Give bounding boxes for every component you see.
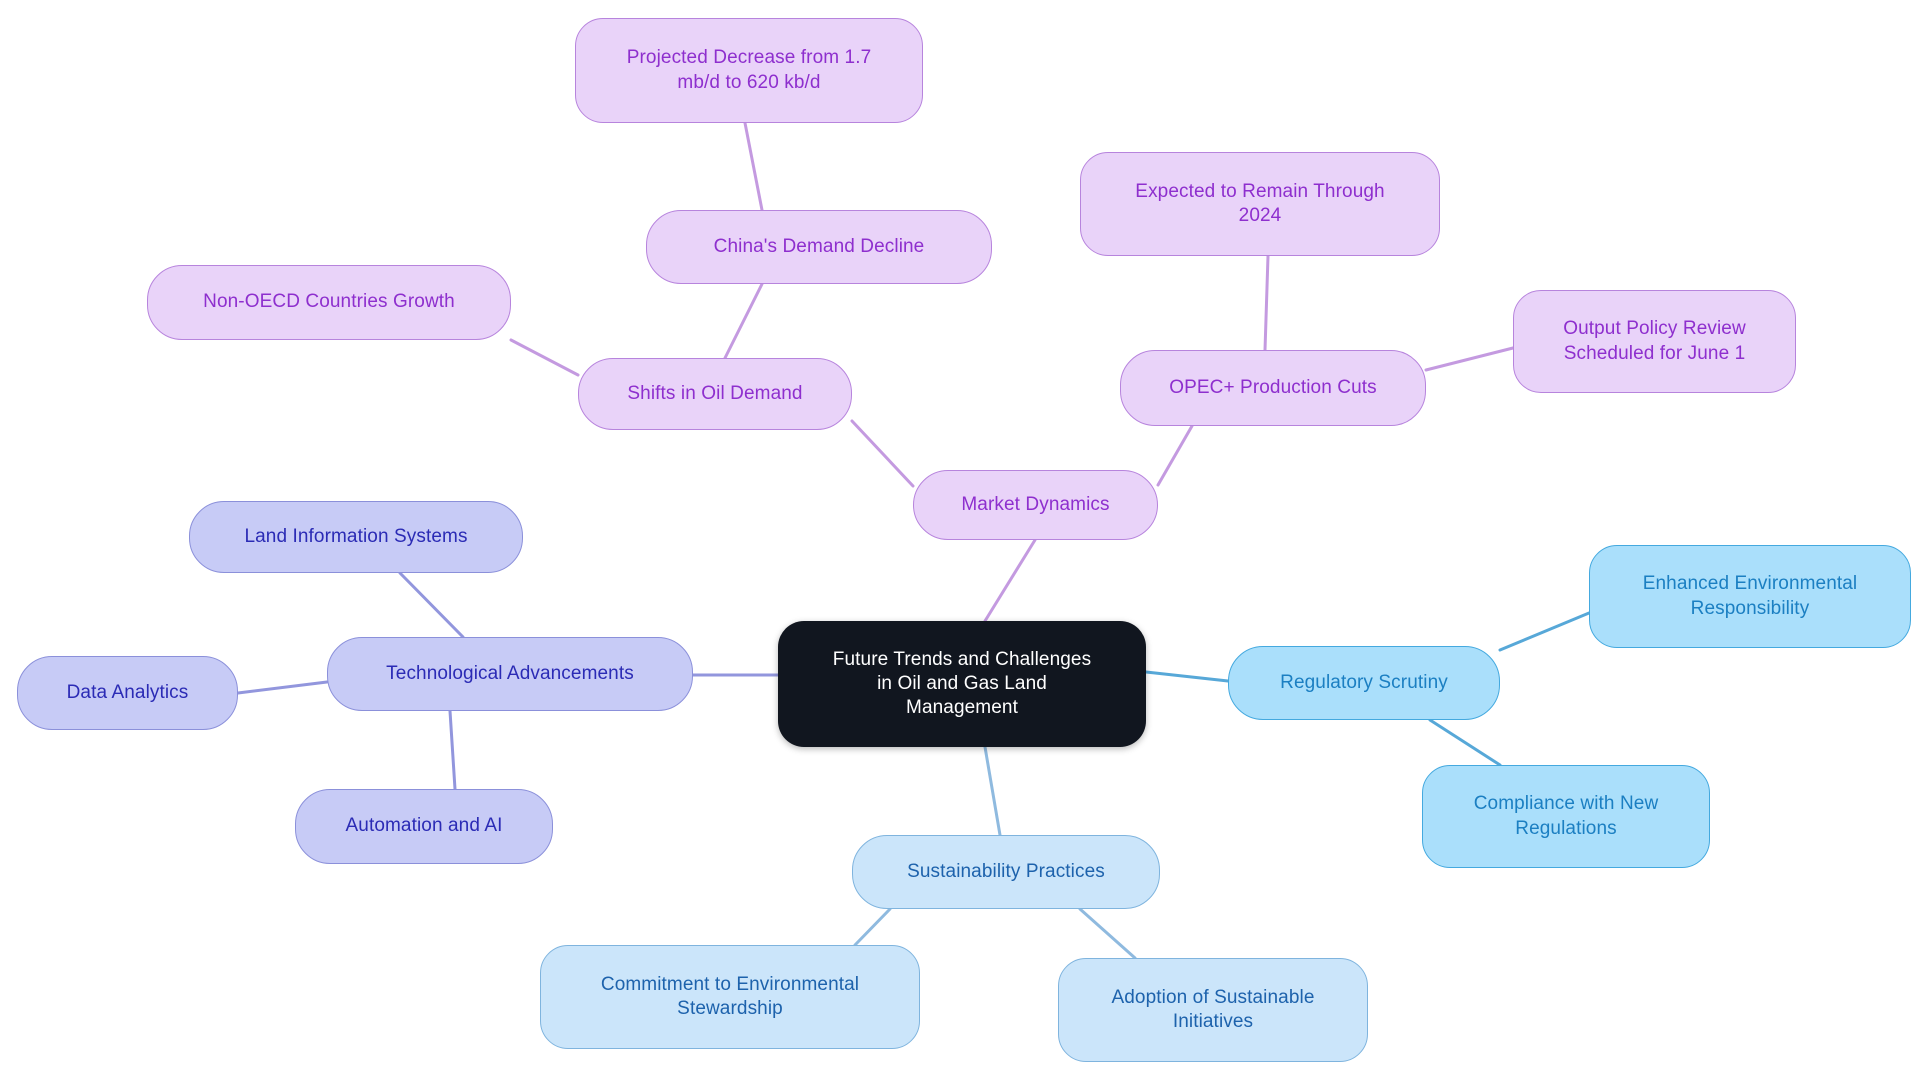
node-commitment-environmental-stewardship[interactable]: Commitment to Environmental Stewardship: [540, 945, 920, 1049]
edge-china-projected: [743, 121, 764, 212]
node-enhanced-environmental-responsibility[interactable]: Enhanced Environmental Responsibility: [1589, 545, 1911, 648]
node-market-dynamics[interactable]: Market Dynamics: [913, 470, 1158, 540]
node-chinas-demand-decline[interactable]: China's Demand Decline: [646, 210, 992, 284]
edge-regulatory-compliance: [1428, 718, 1502, 767]
node-automation-and-ai[interactable]: Automation and AI: [295, 789, 553, 864]
node-root-label: Future Trends and Challenges in Oil and …: [832, 648, 1092, 719]
node-sustainability-practices-label: Sustainability Practices: [907, 860, 1105, 882]
node-technological-advancements-label: Technological Advancements: [386, 662, 634, 684]
node-opec-production-cuts-label: OPEC+ Production Cuts: [1169, 376, 1377, 398]
node-enhanced-environmental-responsibility-label: Enhanced Environmental Responsibility: [1642, 573, 1858, 619]
node-adoption-sustainable-initiatives-label: Adoption of Sustainable Initiatives: [1111, 986, 1315, 1032]
node-expected-through-2024[interactable]: Expected to Remain Through 2024: [1080, 152, 1440, 256]
node-market-dynamics-label: Market Dynamics: [961, 493, 1110, 515]
node-expected-through-2024-label: Expected to Remain Through 2024: [1135, 180, 1385, 226]
node-opec-production-cuts[interactable]: OPEC+ Production Cuts: [1120, 350, 1426, 426]
node-land-information-systems[interactable]: Land Information Systems: [189, 501, 523, 573]
node-shifts-in-oil-demand[interactable]: Shifts in Oil Demand: [578, 358, 852, 430]
node-regulatory-scrutiny[interactable]: Regulatory Scrutiny: [1228, 646, 1500, 720]
node-data-analytics-label: Data Analytics: [66, 681, 189, 703]
node-projected-decrease-label: Projected Decrease from 1.7 mb/d to 620 …: [626, 47, 872, 93]
node-land-information-systems-label: Land Information Systems: [244, 525, 468, 547]
edge-regulatory-enhanced: [1498, 611, 1591, 652]
node-commitment-environmental-stewardship-label: Commitment to Environmental Stewardship: [600, 973, 860, 1019]
node-sustainability-practices[interactable]: Sustainability Practices: [852, 835, 1160, 909]
node-data-analytics[interactable]: Data Analytics: [17, 656, 238, 730]
edge-root-regulatory: [1144, 670, 1230, 683]
node-non-oecd-growth-label: Non-OECD Countries Growth: [203, 291, 455, 313]
node-technological-advancements[interactable]: Technological Advancements: [327, 637, 693, 711]
node-non-oecd-growth[interactable]: Non-OECD Countries Growth: [147, 265, 511, 340]
node-output-policy-review-label: Output Policy Review Scheduled for June …: [1563, 318, 1746, 364]
node-compliance-with-new-regulations-label: Compliance with New Regulations: [1473, 793, 1659, 839]
node-regulatory-scrutiny-label: Regulatory Scrutiny: [1280, 671, 1448, 693]
node-compliance-with-new-regulations[interactable]: Compliance with New Regulations: [1422, 765, 1710, 868]
edge-market-dynamics-shifts: [850, 419, 915, 488]
node-output-policy-review[interactable]: Output Policy Review Scheduled for June …: [1513, 290, 1796, 393]
node-shifts-in-oil-demand-label: Shifts in Oil Demand: [627, 382, 803, 404]
edge-market-dynamics-opec: [1156, 424, 1194, 487]
edge-root-sustainability: [983, 745, 1002, 837]
edge-sustainability-adoption: [1078, 907, 1137, 960]
edge-shifts-china: [723, 282, 764, 360]
mindmap-canvas: Future Trends and Challenges in Oil and …: [0, 0, 1920, 1083]
edge-shifts-nonoecd: [509, 338, 580, 377]
node-chinas-demand-decline-label: China's Demand Decline: [713, 235, 925, 257]
edge-opec-expected: [1263, 254, 1270, 352]
node-automation-and-ai-label: Automation and AI: [345, 815, 503, 837]
edge-sustainability-commitment: [853, 907, 892, 947]
edge-technological-data: [236, 680, 329, 695]
node-projected-decrease[interactable]: Projected Decrease from 1.7 mb/d to 620 …: [575, 18, 923, 123]
edge-root-market-dynamics: [983, 538, 1037, 623]
edge-opec-output: [1424, 346, 1515, 372]
node-root[interactable]: Future Trends and Challenges in Oil and …: [778, 621, 1146, 747]
node-adoption-sustainable-initiatives[interactable]: Adoption of Sustainable Initiatives: [1058, 958, 1368, 1062]
edge-technological-land: [398, 571, 465, 639]
edge-technological-automation: [448, 709, 457, 791]
